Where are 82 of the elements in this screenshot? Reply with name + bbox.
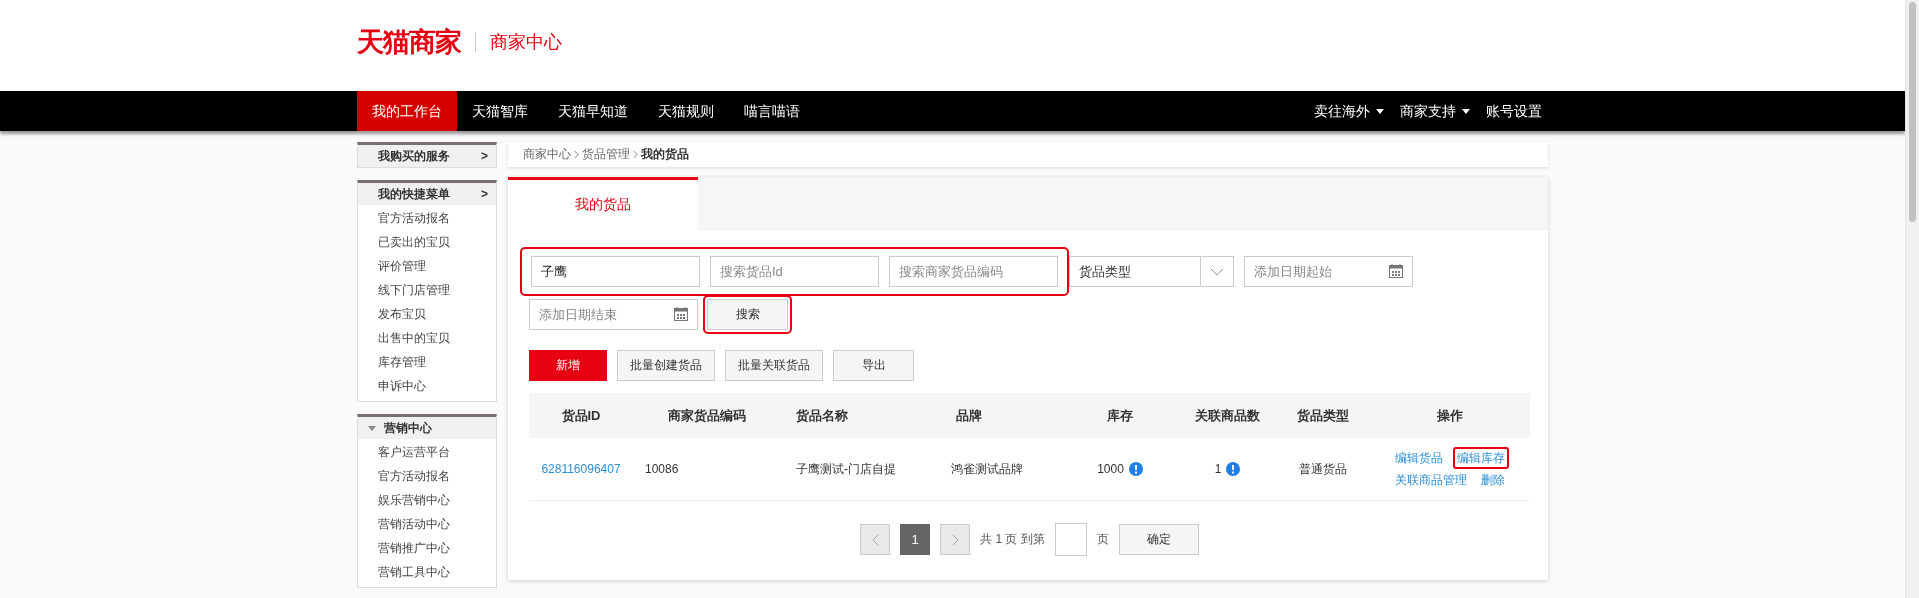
info-icon[interactable] xyxy=(1128,462,1143,476)
chevron-right-icon xyxy=(951,533,959,546)
page-count-text: 共 1 页 到第 xyxy=(980,531,1045,548)
info-icon[interactable] xyxy=(1226,462,1241,476)
nav-tab[interactable]: 我的工作台 xyxy=(357,91,457,131)
date-field[interactable]: 添加日期起始 xyxy=(1244,256,1413,287)
search-field[interactable]: 搜索商家货品编码 xyxy=(889,256,1058,287)
brand-logo[interactable]: 天猫商家 xyxy=(357,26,461,58)
nav-menu[interactable]: 商家支持 xyxy=(1384,91,1462,131)
table-cell-text: 鸿雀测试品牌 xyxy=(950,460,1024,478)
site-subtitle: 商家中心 xyxy=(475,32,562,52)
operation-link[interactable]: 编辑库存 xyxy=(1453,447,1509,469)
tab[interactable]: 我的货品 xyxy=(508,177,698,230)
nav-tab[interactable]: 天猫早知道 xyxy=(543,91,643,131)
operation-link[interactable]: 编辑货品 xyxy=(1391,447,1447,469)
column-header: 货品类型 xyxy=(1295,406,1350,425)
product-id-link[interactable]: 628116096407 xyxy=(529,462,633,476)
sidebar-header[interactable]: 我的快捷菜单 > xyxy=(358,183,496,205)
sidebar-title: 我的快捷菜单 xyxy=(378,185,451,203)
sidebar-header[interactable]: 我购买的服务 > xyxy=(358,145,496,167)
sidebar-item[interactable]: 评价管理 xyxy=(358,254,496,278)
sidebar-item[interactable]: 申诉中心 xyxy=(358,374,496,398)
sidebar-item[interactable]: 营销活动中心 xyxy=(358,512,496,536)
breadcrumb-item: 我的货品 xyxy=(641,146,689,163)
operation-link[interactable]: 删除 xyxy=(1477,469,1509,491)
column-header: 商家货品编码 xyxy=(666,406,747,425)
column-header: 库存 xyxy=(1106,406,1134,425)
nav-menu[interactable]: 卖往海外 xyxy=(1298,91,1376,131)
action-button[interactable]: 批量创建货品 xyxy=(617,350,715,381)
table-cell: 1 xyxy=(1214,462,1222,476)
sidebar-item[interactable]: 出售中的宝贝 xyxy=(358,326,496,350)
sidebar-item[interactable]: 线下门店管理 xyxy=(358,278,496,302)
search-field[interactable]: 子鹰 xyxy=(531,256,700,287)
confirm-button[interactable]: 确定 xyxy=(1118,524,1199,555)
previous-page-button[interactable] xyxy=(860,524,891,555)
date-field[interactable]: 添加日期结束 xyxy=(529,299,698,330)
nav-tab[interactable]: 喵言喵语 xyxy=(729,91,815,131)
chevron-icon xyxy=(1210,267,1224,276)
action-button[interactable]: 批量关联货品 xyxy=(725,350,823,381)
sidebar-item[interactable]: 客户运营平台 xyxy=(358,440,496,464)
search-field[interactable]: 搜索货品Id xyxy=(710,256,879,287)
sidebar-item[interactable]: 已卖出的宝贝 xyxy=(358,230,496,254)
page-unit-text: 页 xyxy=(1096,531,1109,548)
nav-menu[interactable]: 账号设置 xyxy=(1470,91,1548,131)
sidebar-item[interactable]: 官方活动报名 xyxy=(358,206,496,230)
type-select[interactable]: 货品类型 xyxy=(1069,256,1234,287)
sidebar-item[interactable]: 营销工具中心 xyxy=(358,560,496,584)
table-cell-text: 10086 xyxy=(644,462,680,476)
calendar-icon xyxy=(1389,264,1403,278)
column-header: 货品名称 xyxy=(795,406,849,425)
column-header: 操作 xyxy=(1436,406,1464,425)
operation-link[interactable]: 关联商品管理 xyxy=(1391,469,1471,491)
chevron-left-icon xyxy=(871,533,879,546)
sidebar-header[interactable]: 营销中心 xyxy=(358,417,496,439)
sidebar-title: 营销中心 xyxy=(384,419,433,437)
chevron-icon xyxy=(633,150,638,159)
scrollbar[interactable] xyxy=(1905,0,1919,598)
sidebar-item[interactable]: 发布宝贝 xyxy=(358,302,496,326)
sidebar-item[interactable]: 营销推广中心 xyxy=(358,536,496,560)
column-header: 品牌 xyxy=(955,406,983,425)
table-cell-text: 普通货品 xyxy=(1297,460,1348,478)
page-number-field[interactable] xyxy=(1054,523,1087,556)
sidebar-title: 我购买的服务 xyxy=(378,147,451,165)
nav-tab[interactable]: 天猫规则 xyxy=(643,91,729,131)
breadcrumb-item[interactable]: 商家中心 xyxy=(523,146,571,163)
sidebar-item[interactable]: 官方活动报名 xyxy=(358,464,496,488)
column-header: 货品ID xyxy=(560,406,602,425)
breadcrumb-item[interactable]: 货品管理 xyxy=(582,146,630,163)
table-cell: 1000 xyxy=(1097,462,1124,476)
sidebar-arrow: > xyxy=(481,187,488,201)
column-header: 关联商品数 xyxy=(1194,406,1261,425)
nav-tab[interactable]: 天猫智库 xyxy=(457,91,543,131)
next-page-button[interactable] xyxy=(940,524,971,555)
calendar-icon xyxy=(674,307,688,321)
sidebar-item[interactable]: 娱乐营销中心 xyxy=(358,488,496,512)
chevron-icon xyxy=(574,150,579,159)
sidebar-arrow: > xyxy=(481,149,488,163)
sidebar-item[interactable]: 库存管理 xyxy=(358,350,496,374)
table-cell-text: 子鹰测试-门店自提 xyxy=(795,460,897,478)
page-button[interactable]: 1 xyxy=(900,524,931,555)
action-button[interactable]: 新增 xyxy=(529,350,607,381)
action-button[interactable]: 导出 xyxy=(833,350,914,381)
